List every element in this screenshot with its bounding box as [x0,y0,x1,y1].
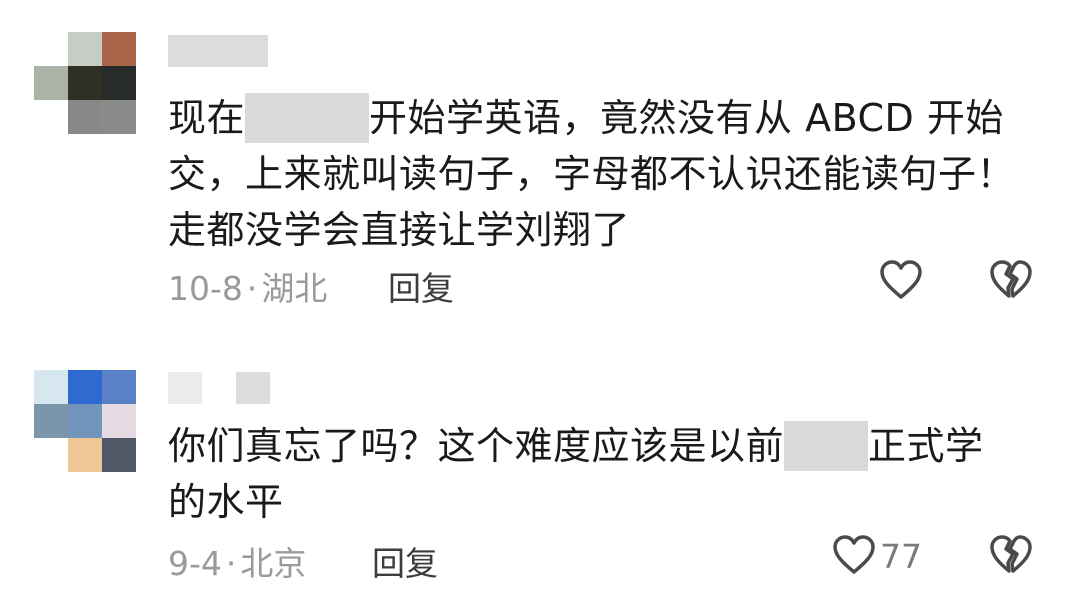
comment-location: 湖北 [261,269,328,308]
avatar[interactable] [34,32,136,134]
avatar[interactable] [34,370,136,472]
comment-text-part: 现在 [168,96,246,140]
heart-outline-icon[interactable] [879,259,923,301]
meta-separator: · [246,269,258,308]
broken-heart-icon[interactable] [989,259,1033,301]
comment-text: 你们真忘了吗？这个难度应该是以前 正式学的水平 [168,418,1018,530]
username-redacted[interactable] [236,372,270,404]
broken-heart-icon[interactable] [989,534,1033,576]
username-redacted[interactable] [168,372,202,404]
redacted-block [245,92,370,143]
comment-meta: 9-4 · 北京 [168,537,306,585]
comment-text-part: 你们真忘了吗？这个难度应该是以前 [168,424,785,468]
username-redacted[interactable] [168,35,268,67]
comment-date: 10-8 [168,269,243,308]
comment-item: 你们真忘了吗？这个难度应该是以前 正式学的水平 9-4 · 北京 回复 77 [0,330,1080,611]
meta-separator: · [225,544,237,583]
comment-meta: 10-8 · 湖北 [168,262,327,310]
reply-button[interactable]: 回复 [372,537,438,585]
comment-item: 现在 开始学英语，竟然没有从 ABCD 开始交，上来就叫读句子，字母都不认识还能读… [0,0,1080,330]
comment-date: 9-4 [168,544,222,583]
comment-text: 现在 开始学英语，竟然没有从 ABCD 开始交，上来就叫读句子，字母都不认识还能读… [168,90,1018,258]
comment-location: 北京 [240,544,307,583]
like-count: 77 [880,537,922,576]
redacted-block [784,420,869,471]
reply-button[interactable]: 回复 [388,262,454,310]
heart-outline-icon[interactable] [832,534,876,576]
